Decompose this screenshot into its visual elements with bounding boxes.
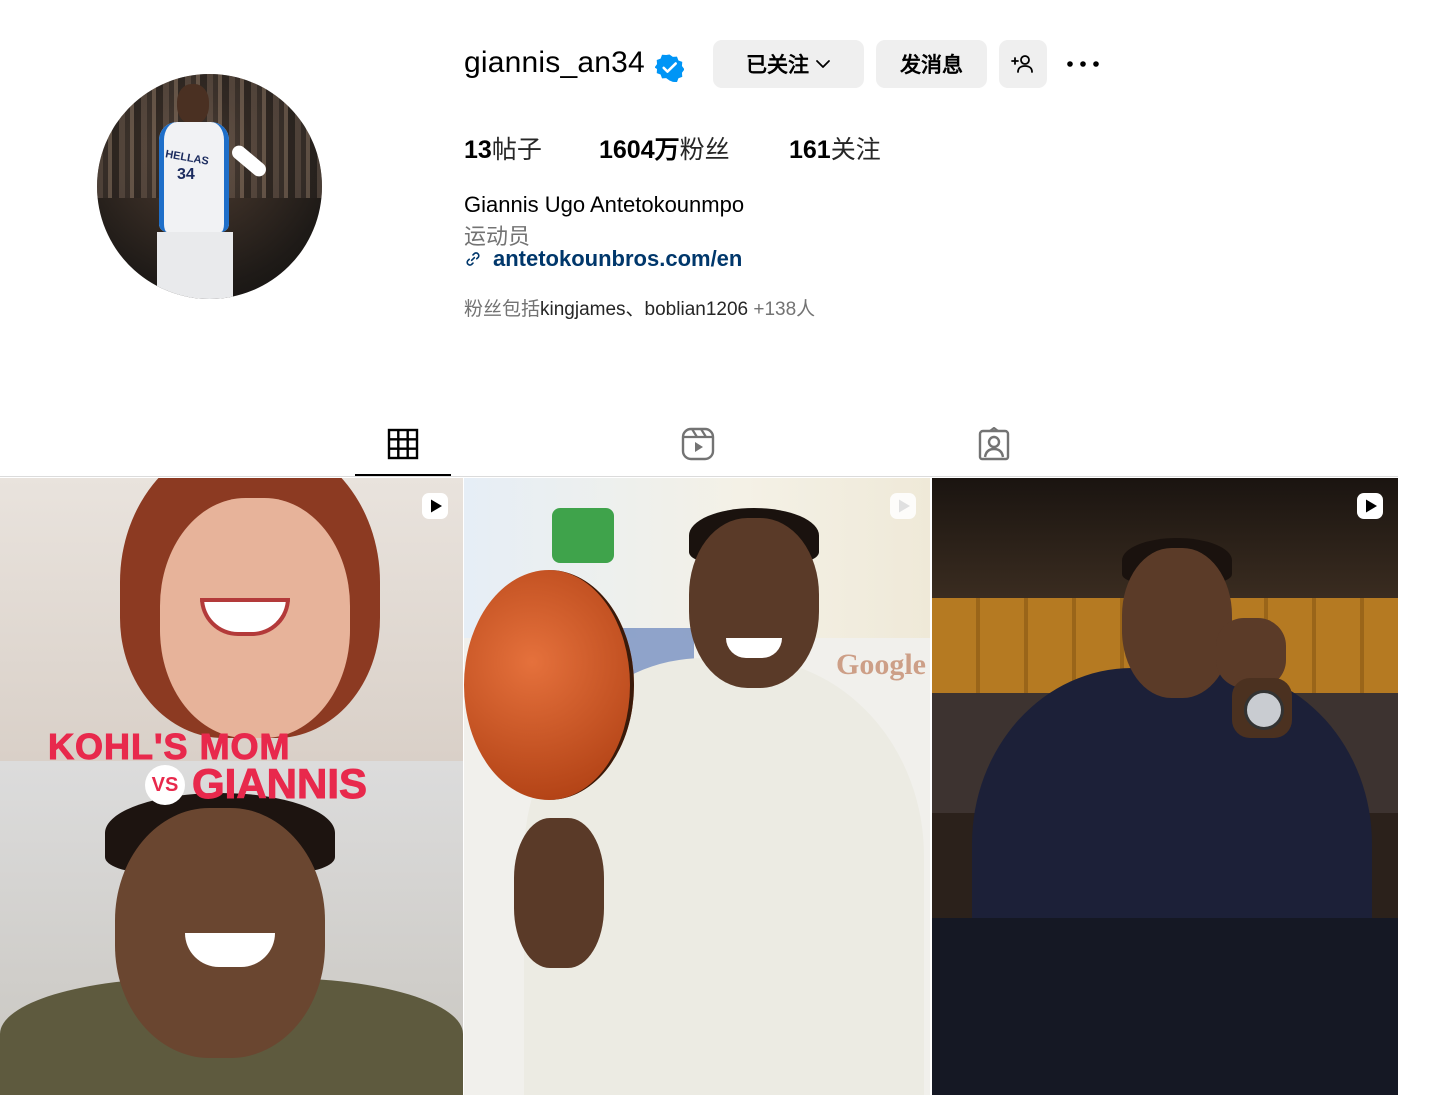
reel-badge-icon bbox=[890, 493, 916, 519]
followed-by-more: +138人 bbox=[748, 299, 816, 320]
link-icon bbox=[466, 252, 480, 266]
followers-label: 粉丝 bbox=[679, 136, 730, 164]
person-add-icon bbox=[1011, 55, 1033, 73]
post-3-pants bbox=[932, 918, 1398, 1095]
post-2-basketball-seam bbox=[464, 570, 634, 800]
post-3-watch bbox=[1244, 690, 1284, 730]
tab-tagged[interactable] bbox=[946, 412, 1042, 476]
stat-following[interactable]: 161关注 bbox=[789, 130, 881, 166]
post-1-overlay-subtitle: GIANNIS bbox=[191, 760, 368, 808]
tab-posts[interactable] bbox=[355, 412, 451, 476]
avatar-jersey-number: 34 bbox=[177, 166, 195, 183]
stat-followers[interactable]: 1604万粉丝 bbox=[599, 130, 730, 166]
post-2-face bbox=[689, 518, 819, 688]
tagged-icon bbox=[978, 427, 1010, 461]
profile-link[interactable]: antetokounbros.com/en bbox=[493, 246, 742, 272]
profile-avatar[interactable]: HELLAS 34 bbox=[97, 74, 322, 299]
avatar-shorts bbox=[157, 232, 233, 299]
post-3[interactable] bbox=[932, 478, 1398, 1095]
message-button-label: 发消息 bbox=[900, 54, 963, 77]
reels-icon bbox=[681, 427, 715, 461]
posts-label: 帖子 bbox=[491, 136, 542, 164]
post-1[interactable]: KOHL'S MOM VS GIANNIS bbox=[0, 478, 463, 1095]
more-options-icon[interactable] bbox=[1066, 56, 1100, 72]
profile-username: giannis_an34 bbox=[464, 46, 645, 79]
post-2-lego-brick bbox=[552, 508, 614, 563]
post-2-hand bbox=[514, 818, 604, 968]
post-3-face bbox=[1122, 548, 1232, 698]
chevron-down-icon bbox=[816, 60, 830, 68]
avatar-head bbox=[177, 84, 209, 124]
post-1-overlay-vs: VS bbox=[145, 765, 185, 805]
add-user-button[interactable] bbox=[999, 40, 1047, 88]
followed-by[interactable]: 粉丝包括kingjames、boblian1206 +138人 bbox=[464, 294, 815, 321]
message-button[interactable]: 发消息 bbox=[876, 40, 987, 88]
following-count: 161 bbox=[789, 136, 831, 164]
tabs-divider bbox=[0, 476, 1398, 477]
followed-by-names: kingjames、boblian1206 bbox=[540, 299, 749, 320]
following-button-label: 已关注 bbox=[746, 54, 809, 77]
tab-reels[interactable] bbox=[650, 412, 746, 476]
profile-full-name: Giannis Ugo Antetokounmpo bbox=[464, 192, 745, 217]
posts-count: 13 bbox=[464, 136, 492, 164]
following-label: 关注 bbox=[830, 136, 881, 164]
stat-posts: 13帖子 bbox=[464, 130, 542, 166]
grid-icon bbox=[387, 428, 419, 460]
following-button[interactable]: 已关注 bbox=[713, 40, 864, 88]
reel-badge-icon bbox=[422, 493, 448, 519]
reel-badge-icon bbox=[1357, 493, 1383, 519]
followed-by-prefix: 粉丝包括 bbox=[464, 299, 541, 320]
verified-badge-icon bbox=[655, 54, 684, 82]
post-2-google-drawing: Google bbox=[836, 648, 926, 681]
followers-count: 1604万 bbox=[599, 136, 680, 164]
post-2[interactable]: Google bbox=[464, 478, 930, 1095]
